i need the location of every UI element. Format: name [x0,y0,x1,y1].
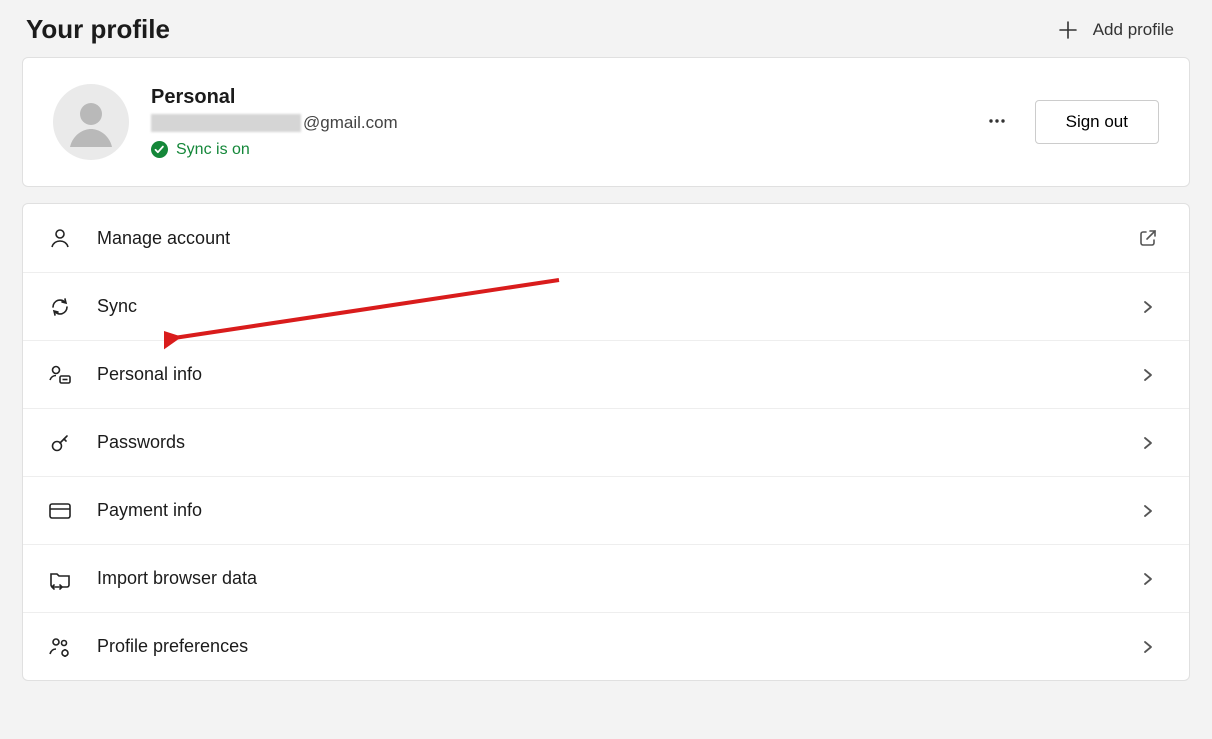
chevron-right-icon [1137,503,1159,519]
chevron-right-icon [1137,639,1159,655]
sign-out-button[interactable]: Sign out [1035,100,1159,144]
profile-name: Personal [151,86,983,109]
email-suffix: @gmail.com [303,113,398,133]
avatar [53,84,129,160]
chevron-right-icon [1137,367,1159,383]
person-card-icon [47,364,73,386]
redacted-email-local [151,114,301,132]
profile-card: Personal @gmail.com Sync is on Sign out [22,57,1190,187]
profile-email: @gmail.com [151,113,983,133]
sync-icon [47,296,73,318]
settings-item-profile-preferences[interactable]: Profile preferences [23,612,1189,680]
settings-item-label: Import browser data [97,568,1137,589]
settings-item-passwords[interactable]: Passwords [23,408,1189,476]
key-icon [47,432,73,454]
page-title: Your profile [26,14,170,45]
more-actions-button[interactable] [983,108,1011,136]
sync-status-label: Sync is on [176,141,250,159]
settings-item-import-browser-data[interactable]: Import browser data [23,544,1189,612]
more-horizontal-icon [987,111,1007,134]
add-profile-label: Add profile [1093,20,1174,40]
settings-item-payment-info[interactable]: Payment info [23,476,1189,544]
settings-item-label: Profile preferences [97,636,1137,657]
settings-item-label: Manage account [97,228,1137,249]
add-profile-button[interactable]: Add profile [1057,19,1174,41]
card-icon [47,501,73,521]
sync-status: Sync is on [151,141,983,159]
settings-list: Manage account Sync Personal info Passwords… [22,203,1190,681]
plus-icon [1057,19,1079,41]
check-circle-icon [151,141,168,158]
settings-item-manage-account[interactable]: Manage account [23,204,1189,272]
folder-import-icon [47,568,73,590]
settings-item-label: Payment info [97,500,1137,521]
people-gear-icon [47,636,73,658]
settings-item-sync[interactable]: Sync [23,272,1189,340]
chevron-right-icon [1137,299,1159,315]
chevron-right-icon [1137,571,1159,587]
settings-item-label: Personal info [97,364,1137,385]
settings-item-label: Sync [97,296,1137,317]
external-link-icon [1137,228,1159,248]
person-icon [47,227,73,249]
settings-item-personal-info[interactable]: Personal info [23,340,1189,408]
chevron-right-icon [1137,435,1159,451]
settings-item-label: Passwords [97,432,1137,453]
